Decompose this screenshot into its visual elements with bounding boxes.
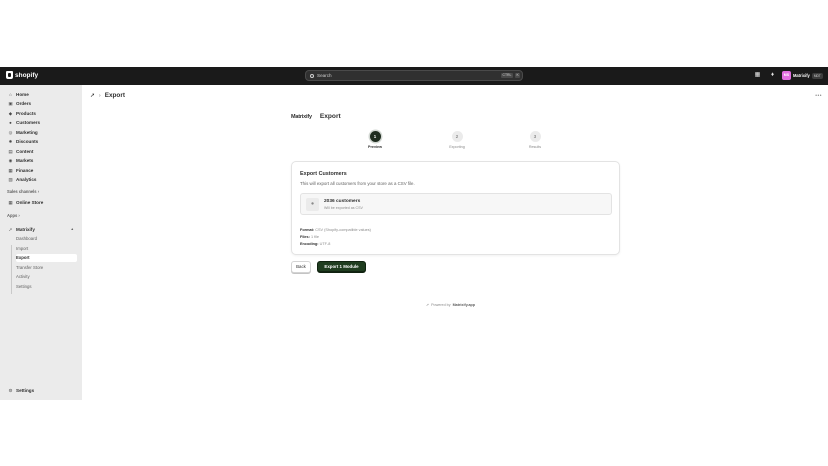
store-icon: ▦ bbox=[8, 199, 13, 205]
sidebar-item-content[interactable]: ▤ Content bbox=[5, 147, 77, 155]
sidebar-subitem-transfer-store[interactable]: Transfer Store bbox=[16, 263, 77, 271]
step-exporting: 2 Exporting bbox=[437, 131, 477, 149]
shopping-bag-icon bbox=[6, 71, 13, 79]
search-icon bbox=[310, 73, 314, 78]
export-button[interactable]: Export 1 Module bbox=[317, 261, 366, 273]
sidebar: ⌂ Home ▣ Orders ◆ Products ● Customers ◎ Mark… bbox=[0, 85, 82, 400]
tree-line bbox=[11, 245, 12, 294]
sales-channels-heading[interactable]: Sales channels › bbox=[7, 189, 39, 194]
files-row: Files: 1 file bbox=[300, 235, 320, 239]
sidebar-item-discounts[interactable]: ✸ Discounts bbox=[5, 138, 77, 146]
app-window: shopify Search CTRL K ▦ ♦ MS Matrixify M… bbox=[0, 67, 828, 400]
more-actions-icon[interactable]: ••• bbox=[815, 93, 822, 99]
matrixify-app-icon: ➚ bbox=[90, 93, 96, 99]
tag-icon: ◆ bbox=[8, 110, 13, 116]
admin-frame: ⌂ Home ▣ Orders ◆ Products ● Customers ◎ Mark… bbox=[0, 85, 828, 400]
orders-icon: ▣ bbox=[8, 101, 13, 106]
sidebar-item-analytics[interactable]: ▧ Analytics bbox=[5, 176, 77, 184]
avatar: MS bbox=[782, 71, 791, 80]
home-icon: ⌂ bbox=[9, 91, 12, 97]
search-placeholder: Search bbox=[317, 73, 332, 78]
step-label: Preview bbox=[368, 145, 382, 149]
sidebar-item-products[interactable]: ◆ Products bbox=[5, 109, 77, 117]
sidebar-subitem-dashboard[interactable]: Dashboard bbox=[16, 235, 77, 243]
page-header: ➚ › Export bbox=[90, 92, 125, 99]
sidebar-item-customers[interactable]: ● Customers bbox=[5, 119, 77, 127]
top-bar: shopify Search CTRL K ▦ ♦ MS Matrixify M… bbox=[0, 67, 828, 85]
sidebar-subitem-import[interactable]: Import bbox=[16, 244, 77, 252]
card-description: This will export all customers from your… bbox=[300, 181, 415, 186]
step-label: Results bbox=[528, 145, 542, 149]
discount-icon: ✸ bbox=[8, 139, 13, 144]
sidebar-item-matrixify[interactable]: ➚ Matrixify ▲ bbox=[5, 225, 77, 233]
app-brand-header: Matrixify Export bbox=[291, 113, 341, 120]
chart-icon: ▧ bbox=[8, 177, 13, 182]
customer-count-sub: Will be exported as CSV bbox=[324, 206, 363, 210]
powered-by-link[interactable]: Matrixify.app bbox=[453, 303, 475, 307]
sidebar-item-settings[interactable]: ⚙ Settings bbox=[5, 386, 77, 394]
step-number: 1 bbox=[369, 131, 381, 142]
sidekick-icon[interactable]: ▦ bbox=[754, 72, 761, 79]
export-card: Export Customers This will export all cu… bbox=[291, 161, 620, 255]
main-content: ➚ › Export ••• Matrixify Export 1 Previe… bbox=[82, 85, 828, 400]
step-label: Exporting bbox=[449, 145, 465, 149]
sidebar-item-online-store[interactable]: ▦ Online Store bbox=[5, 198, 77, 206]
bell-icon[interactable]: ♦ bbox=[769, 72, 776, 79]
card-heading: Export Customers bbox=[300, 171, 347, 177]
shortcut-ctrl: CTRL bbox=[501, 73, 513, 78]
store-name: Matrixify bbox=[793, 73, 810, 78]
matrixify-logo: Matrixify bbox=[291, 114, 312, 120]
chevron-right-icon: › bbox=[99, 92, 101, 99]
matrixify-app-icon: ➚ bbox=[8, 226, 13, 232]
chevron-up-icon: ▲ bbox=[70, 227, 74, 231]
sidebar-item-marketing[interactable]: ◎ Marketing bbox=[5, 128, 77, 136]
store-badge: MDT bbox=[811, 72, 823, 79]
sidebar-item-orders[interactable]: ▣ Orders bbox=[5, 100, 77, 108]
step-number: 3 bbox=[529, 131, 541, 142]
sidebar-subitem-export[interactable]: Export bbox=[16, 253, 77, 262]
step-number: 2 bbox=[451, 131, 463, 142]
encoding-row: Encoding: UTF-8 bbox=[300, 242, 331, 246]
step-results: 3 Results bbox=[515, 131, 555, 149]
customers-summary: ● 2036 customers Will be exported as CSV bbox=[300, 193, 612, 215]
bank-icon: ▦ bbox=[8, 167, 13, 173]
export-heading: Export bbox=[319, 113, 341, 120]
shortcut-k: K bbox=[515, 73, 521, 78]
chevron-right-icon: › bbox=[37, 189, 40, 194]
apps-heading[interactable]: Apps › bbox=[7, 213, 20, 218]
person-icon: ● bbox=[306, 198, 319, 211]
globe-icon: ◉ bbox=[8, 158, 13, 163]
chevron-right-icon: › bbox=[18, 213, 20, 218]
matrixify-small-icon: ➚ bbox=[426, 303, 430, 307]
gear-icon: ⚙ bbox=[8, 387, 13, 393]
format-row: Format: CSV (Shopify-compatible values) bbox=[300, 228, 371, 232]
brand-name: shopify bbox=[15, 71, 39, 79]
shopify-logo[interactable]: shopify bbox=[6, 71, 38, 79]
content-icon: ▤ bbox=[8, 148, 13, 154]
step-preview: 1 Preview bbox=[355, 131, 395, 149]
back-button[interactable]: Back bbox=[291, 261, 311, 273]
sidebar-subitem-settings[interactable]: Settings bbox=[16, 282, 77, 290]
page-title: Export bbox=[104, 92, 125, 99]
person-icon: ● bbox=[9, 120, 12, 125]
sidebar-item-finance[interactable]: ▦ Finance bbox=[5, 166, 77, 174]
sidebar-item-markets[interactable]: ◉ Markets bbox=[5, 157, 77, 165]
target-icon: ◎ bbox=[8, 129, 13, 135]
sidebar-subitem-activity[interactable]: Activity bbox=[16, 273, 77, 281]
customer-count: 2036 customers bbox=[324, 199, 361, 204]
search-input[interactable]: Search CTRL K bbox=[305, 70, 523, 81]
sidebar-item-home[interactable]: ⌂ Home bbox=[5, 90, 77, 98]
store-menu[interactable]: MS Matrixify MDT bbox=[782, 70, 823, 81]
powered-by: ➚ Powered by Matrixify.app bbox=[426, 303, 476, 307]
